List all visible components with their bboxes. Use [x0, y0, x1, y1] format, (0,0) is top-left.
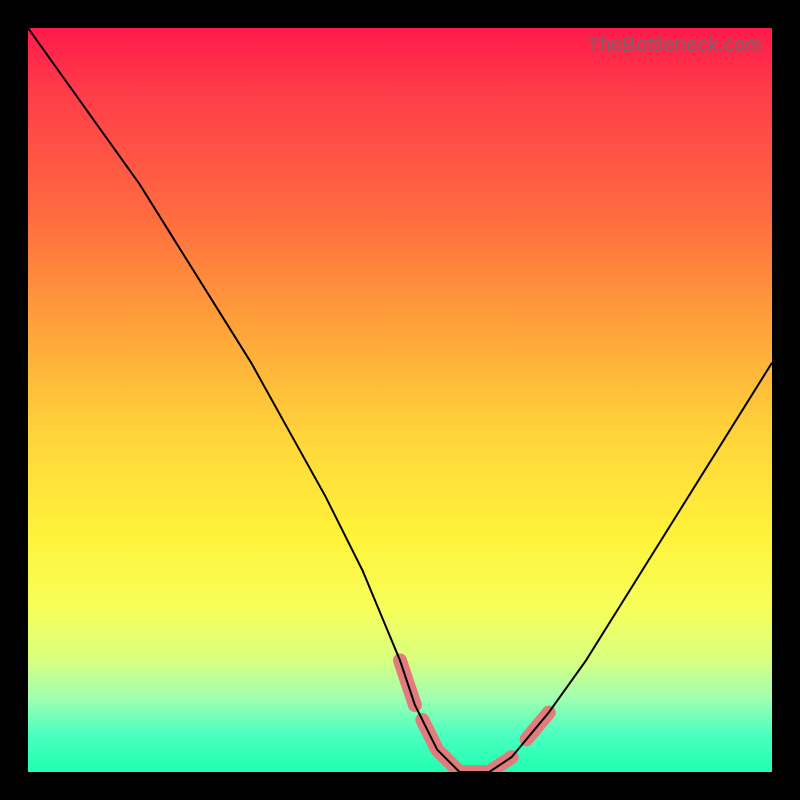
- curve-path: [28, 28, 772, 772]
- bottleneck-curve: [28, 28, 772, 772]
- chart-frame: TheBottleneck.com: [0, 0, 800, 800]
- plot-area: TheBottleneck.com: [28, 28, 772, 772]
